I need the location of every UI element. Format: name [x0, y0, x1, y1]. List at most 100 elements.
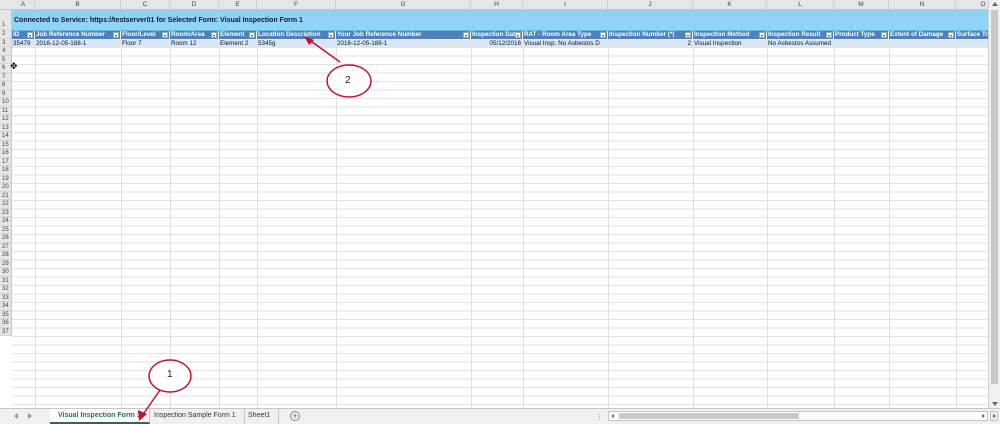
table-cell[interactable]: 2016-12-05-188-1 [35, 40, 121, 48]
column-header[interactable]: F [257, 0, 336, 9]
row-header[interactable]: 7 [0, 72, 12, 81]
table-header-cell[interactable]: RAT - Room Area Type [523, 31, 608, 39]
filter-dropdown-icon[interactable] [249, 32, 255, 38]
filter-dropdown-icon[interactable] [685, 32, 691, 38]
column-header[interactable]: E [219, 0, 257, 9]
row-header[interactable]: 3 [0, 38, 12, 47]
filter-dropdown-icon[interactable] [600, 32, 606, 38]
table-cell[interactable]: 2 [608, 40, 693, 48]
row-header[interactable]: 27 [0, 242, 12, 251]
scroll-up-icon[interactable] [992, 2, 998, 6]
horizontal-scrollbar[interactable] [608, 411, 988, 421]
row-header[interactable]: 11 [0, 106, 12, 115]
table-header-cell[interactable]: Element [219, 31, 257, 39]
table-cell[interactable] [889, 40, 956, 48]
row-header[interactable]: 35 [0, 310, 12, 319]
row-header[interactable]: 34 [0, 302, 12, 311]
row-header[interactable]: 22 [0, 200, 12, 209]
table-header-cell[interactable]: Floor/Level [121, 31, 170, 39]
filter-dropdown-icon[interactable] [759, 32, 765, 38]
row-header[interactable]: 17 [0, 157, 12, 166]
scroll-left-icon[interactable] [611, 414, 614, 418]
scroll-right-end-icon[interactable] [990, 411, 998, 421]
next-sheet-icon[interactable] [28, 413, 32, 419]
row-header[interactable]: 9 [0, 89, 12, 98]
vertical-scroll-thumb[interactable] [991, 10, 998, 384]
table-header-cell[interactable]: Job Reference Number [35, 31, 121, 39]
connection-banner[interactable]: Connected to Service: https://testserver… [12, 10, 988, 31]
table-cell[interactable]: No Asbestos Assumed [767, 40, 834, 48]
table-cell[interactable] [956, 40, 988, 48]
row-header[interactable]: 10 [0, 98, 12, 107]
row-header[interactable]: 30 [0, 268, 12, 277]
row-header[interactable]: 25 [0, 225, 12, 234]
filter-dropdown-icon[interactable] [27, 32, 33, 38]
table-cell[interactable]: 05/12/2016 [471, 40, 523, 48]
table-cell[interactable]: Visual Insp. No Asbestos D [523, 40, 608, 48]
tab-split-handle[interactable]: ⋮ [596, 413, 604, 421]
column-header[interactable]: L [767, 0, 834, 9]
row-header[interactable]: 23 [0, 208, 12, 217]
table-header-cell[interactable]: Inspection Method [693, 31, 767, 39]
prev-sheet-icon[interactable] [14, 413, 18, 419]
filter-dropdown-icon[interactable] [211, 32, 217, 38]
row-header[interactable]: 24 [0, 217, 12, 226]
table-row[interactable]: 35479 2016-12-05-188-1 Floor 7 Room 12 Eleme… [12, 39, 988, 48]
table-cell[interactable]: Room 12 [170, 40, 219, 48]
column-header[interactable]: I [523, 0, 608, 9]
row-header[interactable]: 26 [0, 234, 12, 243]
scroll-right-icon[interactable] [982, 414, 985, 418]
column-header[interactable]: C [121, 0, 170, 9]
row-header[interactable]: 20 [0, 183, 12, 192]
row-header[interactable]: 19 [0, 174, 12, 183]
table-cell[interactable]: Element 2 [219, 40, 257, 48]
table-cell[interactable] [834, 40, 889, 48]
row-header[interactable]: 31 [0, 276, 12, 285]
sheet-tab-sheet1[interactable]: Sheet1 [240, 409, 280, 424]
row-header[interactable]: 16 [0, 149, 12, 158]
column-header[interactable]: M [834, 0, 889, 9]
scroll-down-icon[interactable] [992, 402, 998, 406]
filter-dropdown-icon[interactable] [948, 32, 954, 38]
column-header[interactable]: G [336, 0, 471, 9]
row-header[interactable]: 12 [0, 115, 12, 124]
column-header[interactable]: D [170, 0, 219, 9]
table-header-cell[interactable]: Room/Area [170, 31, 219, 39]
row-header[interactable]: 37 [0, 327, 12, 336]
filter-dropdown-icon[interactable] [113, 32, 119, 38]
table-header-cell[interactable]: Inspection Number (*) [608, 31, 693, 39]
filter-dropdown-icon[interactable] [826, 32, 832, 38]
table-header-cell[interactable]: ID [12, 31, 35, 39]
table-header-cell[interactable]: Extent of Damage [889, 31, 956, 39]
spreadsheet-grid[interactable]: ABCDEFGHIJKLMNO 1 2 3 4 5 6 7 8 9 10 11 12 13 14 15 16 1… [0, 0, 988, 408]
filter-dropdown-icon[interactable] [162, 32, 168, 38]
filter-dropdown-icon[interactable] [515, 32, 521, 38]
table-cell[interactable]: Visual Inspection [693, 40, 767, 48]
filter-dropdown-icon[interactable] [881, 32, 887, 38]
row-header[interactable]: 8 [0, 81, 12, 90]
row-header[interactable]: 15 [0, 140, 12, 149]
row-header[interactable]: 36 [0, 319, 12, 328]
table-cell[interactable]: 35479 [12, 40, 35, 48]
row-header[interactable]: 13 [0, 123, 12, 132]
column-header[interactable]: B [35, 0, 121, 9]
filter-dropdown-icon[interactable] [463, 32, 469, 38]
table-header-cell[interactable]: Inspection Result [767, 31, 834, 39]
vertical-scrollbar[interactable] [988, 0, 1000, 408]
row-header[interactable]: 4 [0, 47, 12, 56]
table-header-cell[interactable]: Product Type [834, 31, 889, 39]
row-header[interactable]: 28 [0, 251, 12, 260]
column-header[interactable]: J [608, 0, 693, 9]
column-header[interactable]: H [471, 0, 523, 9]
row-header[interactable]: 18 [0, 166, 12, 175]
column-header[interactable]: O [956, 0, 988, 9]
row-header[interactable]: 32 [0, 285, 12, 294]
add-sheet-button[interactable]: + [290, 411, 300, 421]
row-header[interactable]: 21 [0, 191, 12, 200]
table-cell[interactable]: Floor 7 [121, 40, 170, 48]
table-header-cell[interactable]: Inspection Date [471, 31, 523, 39]
horizontal-scroll-thumb[interactable] [619, 413, 799, 419]
column-header[interactable]: K [693, 0, 767, 9]
column-header[interactable]: A [12, 0, 35, 9]
row-header[interactable]: 2 [0, 30, 12, 39]
